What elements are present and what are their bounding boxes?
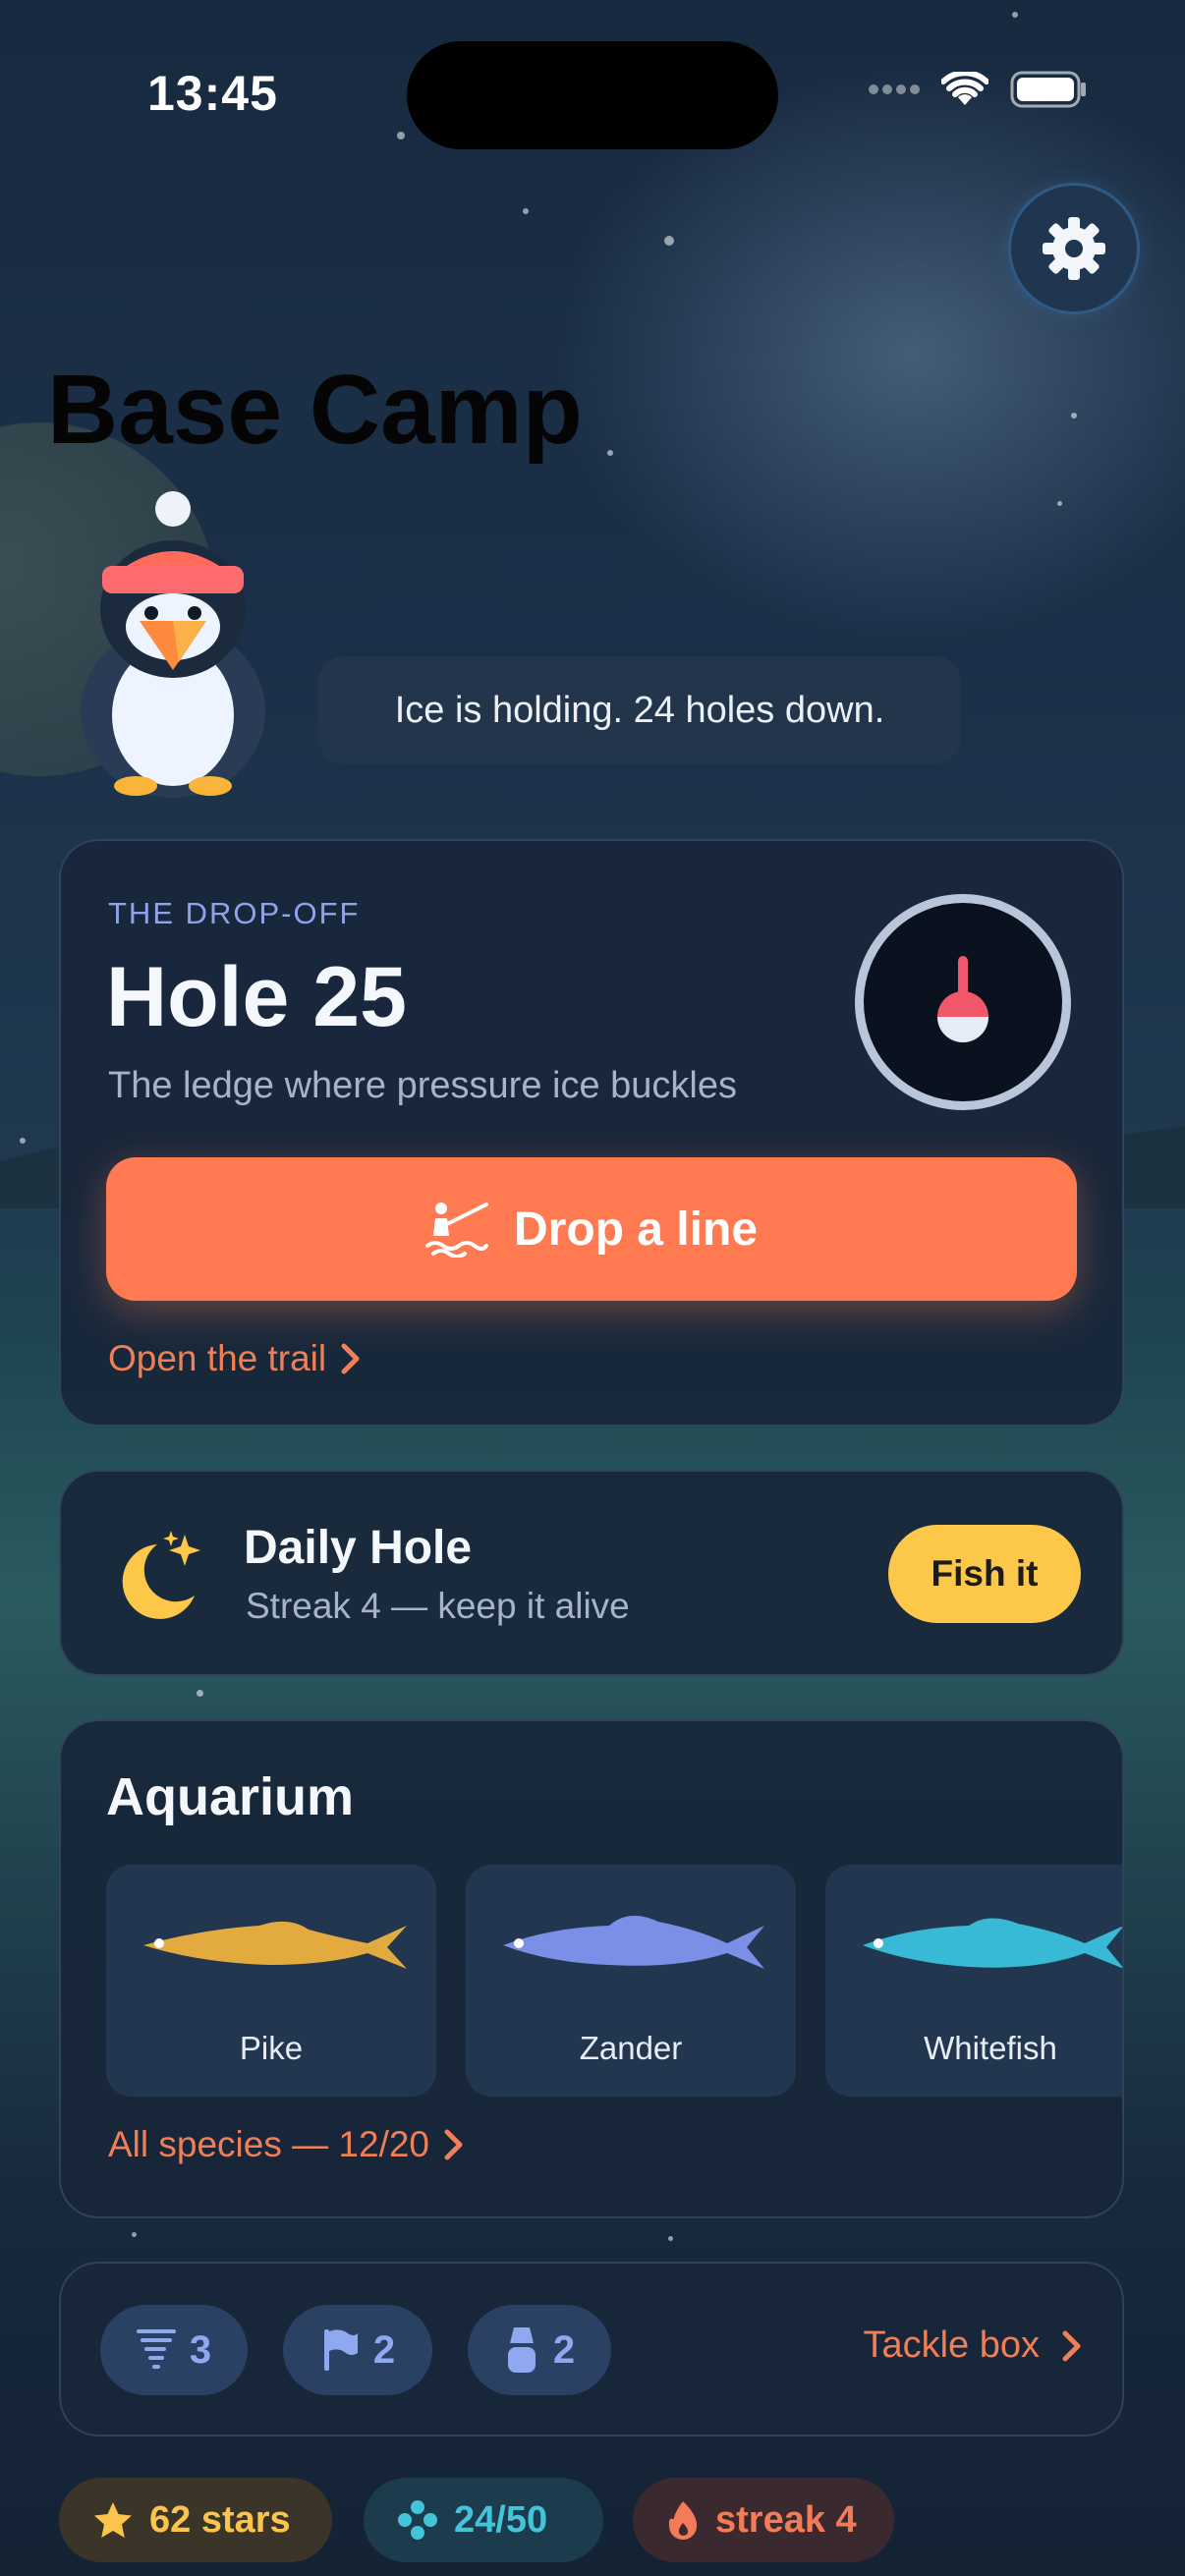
chevron-right-icon [341,1343,360,1374]
chevron-right-icon [444,2129,463,2160]
status-icons [869,71,1087,108]
mascot-speech-bubble: Ice is holding. 24 holes down. [318,656,961,764]
drop-a-line-button[interactable]: Drop a line [106,1157,1077,1301]
cluster-icon [398,2500,437,2540]
fish-name: Zander [579,2030,683,2066]
fish-name: Pike [239,2030,304,2066]
streak-label: streak 4 [715,2498,857,2541]
flag-icon [323,2329,358,2371]
aquarium-card: Aquarium Pike Zander Whitefish All speci… [59,1719,1124,2218]
progress-label: 24/50 [454,2498,548,2541]
fish-name: Whitefish [924,2030,1057,2066]
all-species-label: All species — 12/20 [108,2124,430,2164]
open-trail-link[interactable]: Open the trail [108,1338,362,1379]
fish-it-button[interactable]: Fish it [888,1525,1081,1623]
fish-card-whitefish[interactable]: Whitefish [825,1865,1122,2097]
bobber-icon [937,956,988,1042]
tackle-count: 2 [372,2327,396,2372]
pike-fish-icon [143,1921,407,1969]
penguin-mascot [81,491,265,798]
daily-hole-card: Daily Hole Streak 4 — keep it alive Fish… [59,1470,1124,1676]
all-species-link[interactable]: All species — 12/20 [108,2124,465,2165]
open-trail-label: Open the trail [108,1338,327,1378]
gear-icon [1043,217,1105,280]
tackle-chip-flag[interactable]: 2 [283,2305,432,2395]
streak-pill[interactable]: streak 4 [633,2478,894,2562]
wifi-icon [941,72,988,105]
whitefish-fish-icon [863,1918,1122,1969]
ice-hole-gauge [855,894,1071,1110]
stars-pill[interactable]: 62 stars [59,2478,332,2562]
chevron-right-icon [1062,2330,1081,2361]
card-eyebrow: THE DROP-OFF [108,896,361,930]
drop-a-line-label: Drop a line [513,1203,759,1256]
flame-icon [668,2501,698,2541]
tornado-icon [136,2329,176,2369]
settings-button[interactable] [1008,183,1140,314]
tackle-box-label: Tackle box [863,2324,1040,2366]
dynamic-island [407,41,778,149]
hole-subtitle: The ledge where pressure ice buckles [108,1065,738,1106]
tackle-box-link[interactable]: Tackle box [863,2324,1083,2367]
battery-icon [1010,71,1086,108]
lantern-icon [507,2327,536,2373]
tackle-count: 3 [189,2327,212,2372]
progress-pill[interactable]: 24/50 [364,2478,603,2562]
fish-card-pike[interactable]: Pike [106,1865,436,2097]
daily-hole-subtitle: Streak 4 — keep it alive [246,1586,630,1626]
hole-title: Hole 25 [106,950,407,1044]
tackle-chip-lantern[interactable]: 2 [468,2305,611,2395]
moon-stars-icon [122,1531,200,1619]
signal-icon [869,84,920,94]
dropoff-card: THE DROP-OFF Hole 25 The ledge where pre… [59,839,1124,1427]
stars-label: 62 stars [149,2498,291,2541]
tackle-chip-tornado[interactable]: 3 [100,2305,248,2395]
fish-card-zander[interactable]: Zander [466,1865,796,2097]
star-icon [94,2502,132,2538]
page-title: Base Camp [47,355,583,465]
aquarium-title: Aquarium [106,1767,355,1826]
zander-fish-icon [503,1915,764,1969]
tackle-card: 3 2 2 Tackle box [59,2262,1124,2436]
fish-carousel[interactable]: Pike Zander Whitefish [106,1865,1122,2097]
tackle-count: 2 [552,2327,576,2372]
status-time: 13:45 [147,66,278,121]
daily-hole-title: Daily Hole [244,1522,473,1574]
fishing-icon [424,1203,488,1258]
